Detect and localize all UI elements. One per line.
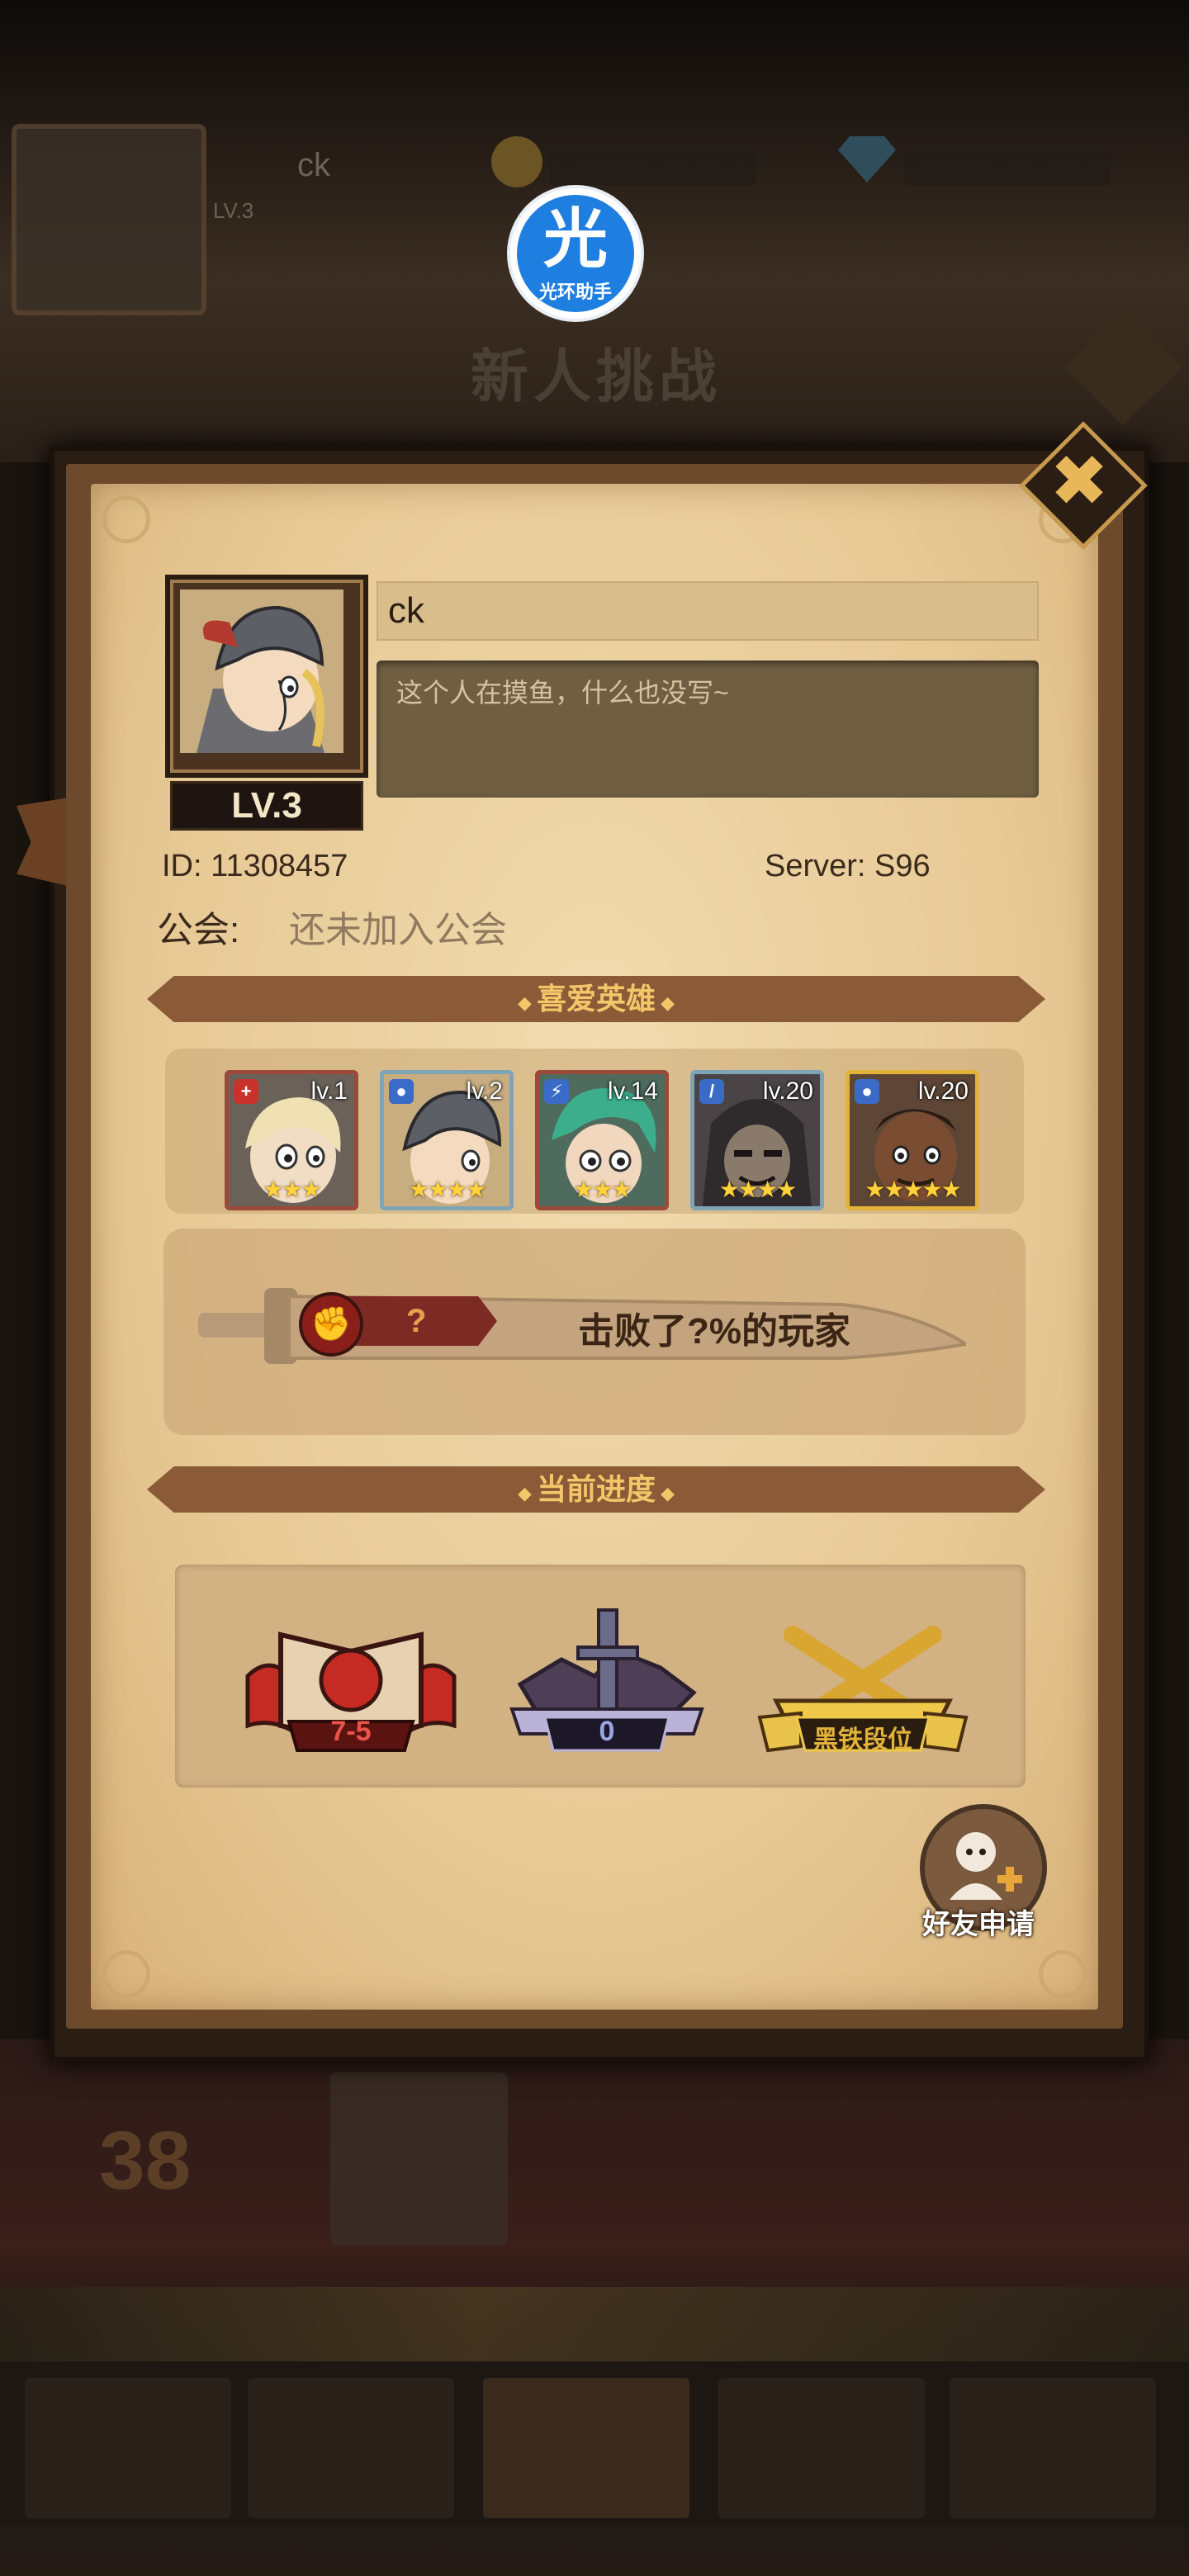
rank-ribbon: ? bbox=[340, 1296, 497, 1346]
close-button[interactable]: ✖ bbox=[1019, 421, 1148, 550]
favorite-heroes-title: ◆ 喜爱英雄 ◆ bbox=[517, 982, 675, 1016]
helper-app-badge[interactable]: 光 光环助手 bbox=[510, 188, 641, 319]
hero-level: lv.14 bbox=[607, 1077, 658, 1105]
background-nav-slot bbox=[483, 2378, 689, 2518]
tower-progress[interactable]: 0 bbox=[495, 1602, 718, 1767]
hero-card[interactable]: ⚡ lv.14 ★★★ bbox=[535, 1070, 669, 1210]
hero-stars: ★★★★★ bbox=[865, 1177, 962, 1202]
hero-element-icon: ● bbox=[855, 1079, 879, 1104]
player-id-value: 11308457 bbox=[211, 849, 348, 883]
arena-rank-label: 黑铁段位 bbox=[813, 1726, 912, 1754]
knight-portrait-icon bbox=[180, 590, 343, 753]
hero-element-icon: + bbox=[234, 1079, 258, 1104]
server-value: S96 bbox=[874, 849, 931, 883]
hero-card[interactable]: + lv.1 ★★★ bbox=[225, 1070, 358, 1210]
avatar-portrait bbox=[180, 590, 343, 753]
hero-level: lv.2 bbox=[466, 1077, 503, 1105]
hero-card[interactable]: ● lv.20 ★★★★★ bbox=[846, 1070, 979, 1210]
rank-value: ? bbox=[406, 1303, 427, 1339]
corner-ornament bbox=[102, 1950, 150, 1998]
guild-label: 公会: bbox=[157, 910, 240, 950]
background-nav-slot bbox=[950, 2378, 1156, 2518]
background-gold-bar bbox=[549, 149, 756, 185]
background-player-avatar bbox=[12, 124, 206, 315]
tower-label: 0 bbox=[599, 1716, 615, 1747]
hero-level: lv.1 bbox=[310, 1077, 348, 1105]
hero-card[interactable]: ● lv.2 ★★★★ bbox=[380, 1070, 514, 1210]
background-level: LV.3 bbox=[213, 198, 254, 223]
corner-ornament bbox=[1039, 1950, 1087, 1998]
helper-badge-glyph: 光 bbox=[542, 202, 608, 275]
background-nav-slot bbox=[718, 2378, 925, 2518]
progress-title: ◆ 当前进度 ◆ bbox=[517, 1472, 675, 1506]
stage-progress[interactable]: 7-5 bbox=[239, 1602, 462, 1767]
corner-ornament bbox=[102, 495, 150, 543]
signature-text: 这个人在摸鱼，什么也没写~ bbox=[396, 678, 729, 708]
background-gold-pile bbox=[0, 2287, 1189, 2370]
hero-stars: ★★★ bbox=[573, 1177, 632, 1202]
server-info: Server: S96 bbox=[765, 849, 931, 884]
background-nav-slot bbox=[25, 2378, 231, 2518]
player-level-badge: LV.3 bbox=[170, 781, 363, 831]
progress-banner: ◆ 当前进度 ◆ bbox=[147, 1466, 1045, 1513]
hero-stars: ★★★ bbox=[263, 1177, 321, 1202]
fist-icon: ✊ bbox=[299, 1292, 363, 1357]
background-rank-number: 38 bbox=[99, 2114, 192, 2207]
add-friend-icon bbox=[950, 1832, 1022, 1900]
hero-stars: ★★★★ bbox=[408, 1177, 486, 1202]
stage-label: 7-5 bbox=[330, 1716, 372, 1747]
hero-stars: ★★★★ bbox=[718, 1177, 797, 1202]
background-coin-icon bbox=[491, 136, 542, 187]
hero-element-icon: ● bbox=[389, 1079, 414, 1104]
hero-card[interactable]: / lv.20 ★★★★ bbox=[690, 1070, 824, 1210]
background-player-name: ck bbox=[297, 147, 330, 183]
player-name: ck bbox=[388, 590, 424, 631]
background-nav-slot bbox=[248, 2378, 454, 2518]
player-avatar[interactable] bbox=[165, 575, 368, 778]
player-id: ID: 11308457 bbox=[162, 849, 348, 884]
player-name-box: ck bbox=[377, 581, 1039, 641]
background-rank-portrait bbox=[330, 2072, 508, 2246]
close-icon: ✖ bbox=[1049, 442, 1110, 521]
player-id-label: ID: bbox=[162, 849, 202, 883]
signature-box: 这个人在摸鱼，什么也没写~ bbox=[377, 661, 1039, 798]
hero-level: lv.20 bbox=[762, 1077, 813, 1105]
hero-element-icon: ⚡ bbox=[544, 1079, 569, 1104]
guild-value: 还未加入公会 bbox=[289, 910, 507, 950]
hero-level: lv.20 bbox=[917, 1077, 969, 1105]
server-label: Server: bbox=[765, 849, 866, 883]
arena-progress[interactable]: 黑铁段位 bbox=[751, 1602, 974, 1767]
friend-request-button[interactable]: 好友申请 bbox=[908, 1804, 1049, 1953]
hero-element-icon: / bbox=[699, 1079, 724, 1104]
favorite-heroes-banner: ◆ 喜爱英雄 ◆ bbox=[147, 976, 1045, 1022]
background-title: 新人挑战 bbox=[471, 344, 722, 409]
helper-badge-label: 光环助手 bbox=[538, 282, 612, 302]
helper-badge-circle: 光 光环助手 bbox=[517, 195, 634, 312]
friend-request-label: 好友申请 bbox=[922, 1909, 1035, 1940]
background-gem-bar bbox=[904, 149, 1111, 185]
defeat-percentage-text: 击败了?%的玩家 bbox=[578, 1311, 850, 1352]
